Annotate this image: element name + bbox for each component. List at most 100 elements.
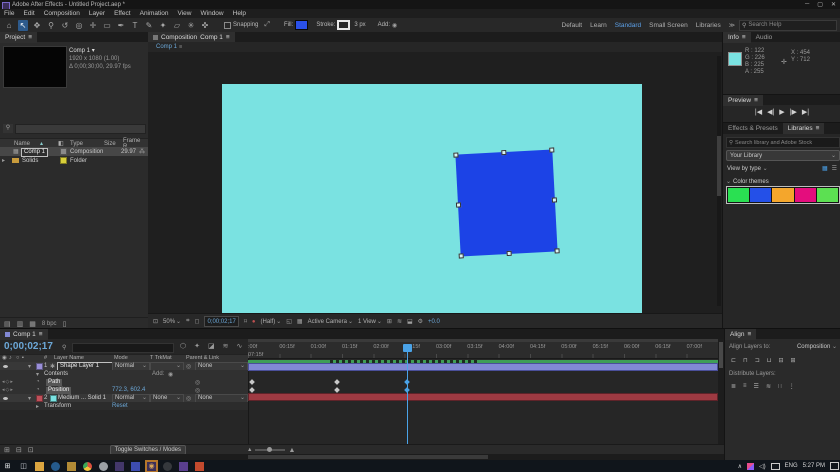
menu-item[interactable]: Animation <box>140 10 169 17</box>
timeline-zoom-slider[interactable]: ▲ ▲ <box>247 447 295 454</box>
column-layer-name[interactable]: Layer Name <box>54 355 84 361</box>
stroke-width-value[interactable]: 3 px <box>354 22 365 28</box>
project-bit-depth[interactable]: 8 bpc <box>42 321 57 327</box>
column-type[interactable]: Type <box>70 141 83 147</box>
draft-3d-icon[interactable]: ✦ <box>194 342 200 350</box>
column-trkmat[interactable]: T TrkMat <box>150 355 172 361</box>
region-of-interest-icon[interactable]: ◱ <box>286 318 292 325</box>
selection-tool-icon[interactable]: ↖ <box>18 20 28 31</box>
your-library-select[interactable]: Your Library ⌄ <box>726 150 840 161</box>
timeline-current-time[interactable]: 0;00;02;17 <box>4 341 53 352</box>
shape-tool-icon[interactable]: ▭ <box>102 20 112 31</box>
timeline-search-input[interactable] <box>72 343 174 353</box>
keyframe[interactable] <box>249 379 255 385</box>
orbit-camera-tool-icon[interactable]: ↺ <box>60 20 70 31</box>
app-purple-icon[interactable] <box>179 462 188 471</box>
pixel-preview-icon[interactable]: ⊡ <box>153 318 158 325</box>
volume-icon[interactable]: ◁) <box>759 463 766 470</box>
premiere-app-icon[interactable] <box>115 462 124 471</box>
tab-align[interactable]: Align ≡ <box>725 329 756 340</box>
tab-effects-presets[interactable]: Effects & Presets <box>723 123 783 134</box>
resolution-select[interactable]: (Half)⌄ <box>261 318 282 325</box>
zoom-in-mountain-icon[interactable]: ▲ <box>288 447 295 454</box>
menu-item[interactable]: Window <box>201 10 224 17</box>
theme-swatch[interactable] <box>728 188 749 202</box>
distribute-button-icon[interactable]: ⋮ <box>789 383 795 390</box>
pen-tool-icon[interactable]: ✒ <box>116 20 126 31</box>
list-view-icon[interactable]: ☰ <box>832 165 837 172</box>
workspace-libraries[interactable]: Libraries <box>692 20 725 31</box>
distribute-button-icon[interactable]: ≣ <box>731 383 736 390</box>
menu-item[interactable]: Effect <box>114 10 131 17</box>
distribute-button-icon[interactable]: ☰ <box>754 383 759 390</box>
path-property-row[interactable]: ◂◇▸ ◔ Path ◎ <box>0 378 248 386</box>
flowchart-button-icon[interactable]: ⚙ <box>418 318 423 325</box>
layer-bar-shape[interactable] <box>248 363 718 371</box>
visibility-toggle[interactable] <box>3 365 8 368</box>
view-layout-select[interactable]: 1 View⌄ <box>358 318 382 325</box>
align-button-icon[interactable]: ⊓ <box>743 357 748 364</box>
zoom-out-mountain-icon[interactable]: ▲ <box>247 447 252 453</box>
snapping-checkbox-icon[interactable] <box>224 22 231 29</box>
menu-item[interactable]: File <box>4 10 14 17</box>
pixel-aspect-icon[interactable]: ⊞ <box>387 318 392 325</box>
exposure-value[interactable]: +0.0 <box>428 319 440 325</box>
selection-handle[interactable] <box>456 202 461 207</box>
distribute-button-icon[interactable]: ≋ <box>766 383 771 390</box>
layer-row-shape[interactable]: ▾ 1 ✱ Shape Layer 1 Normal⌄ ⌄ ◎ None⌄ <box>0 362 248 370</box>
unified-camera-tool-icon[interactable]: ◎ <box>74 20 84 31</box>
selection-handle[interactable] <box>549 147 554 152</box>
transform-label[interactable]: Transform <box>44 403 71 409</box>
table-row-solids[interactable]: ▸ Solids Folder <box>0 156 148 165</box>
color-themes-section[interactable]: ⌄ Color themes <box>726 178 769 185</box>
layer-row-solid[interactable]: ▾ 2 Medium ... Solid 1 Normal⌄ None⌄ ◎ N… <box>0 394 248 402</box>
app-dark-icon[interactable] <box>163 462 172 471</box>
layer-name[interactable]: Medium ... Solid 1 <box>58 395 106 401</box>
panel-lock-icon[interactable] <box>153 35 158 40</box>
timeline-button-icon[interactable]: ⬓ <box>407 318 413 325</box>
expand-transfer-controls-icon[interactable]: ⊟ <box>16 446 22 454</box>
minimize-button[interactable]: ─ <box>805 1 809 8</box>
column-name[interactable]: Name <box>14 141 30 147</box>
file-explorer-icon[interactable] <box>35 462 44 471</box>
snapping-toggle[interactable]: Snapping <box>224 22 258 29</box>
align-button-icon[interactable]: ⊏ <box>731 357 736 364</box>
task-view-button[interactable]: ◫ <box>19 462 28 471</box>
workspace-learn[interactable]: Learn <box>586 20 611 31</box>
graph-editor-icon[interactable]: ∿ <box>237 342 243 350</box>
tab-libraries[interactable]: Libraries ≡ <box>783 123 825 134</box>
tray-app-icon[interactable] <box>747 463 754 470</box>
item-name[interactable]: Solids <box>22 158 38 164</box>
puppet-pin-tool-icon[interactable]: ✜ <box>200 20 210 31</box>
menu-item[interactable]: Composition <box>44 10 80 17</box>
theme-swatch[interactable] <box>750 188 771 202</box>
edge-browser-icon[interactable] <box>51 462 60 471</box>
hand-tool-icon[interactable]: ✥ <box>32 20 42 31</box>
align-button-icon[interactable]: ⊔ <box>767 357 772 364</box>
interpret-footage-icon[interactable]: ▤ <box>4 320 11 328</box>
panel-menu-icon[interactable]: ≡ <box>747 331 751 338</box>
snap-options-icon[interactable]: ⤢ <box>264 21 270 29</box>
selection-handle[interactable] <box>552 197 557 202</box>
align-to-select[interactable]: Composition ⌄ <box>797 343 837 350</box>
trash-icon[interactable]: ▯ <box>63 320 67 328</box>
panel-menu-icon[interactable]: ≡ <box>39 331 43 338</box>
chrome-icon[interactable] <box>83 462 92 471</box>
column-mode[interactable]: Mode <box>114 355 128 361</box>
theme-swatch[interactable] <box>817 188 838 202</box>
current-time-display[interactable]: 0;00;02;17 <box>204 316 238 327</box>
mask-visibility-icon[interactable]: ◻ <box>194 318 199 325</box>
selection-handle[interactable] <box>554 248 559 253</box>
reset-link[interactable]: Reset <box>112 403 128 409</box>
tab-timeline-comp1[interactable]: Comp 1 ≡ <box>0 329 48 340</box>
show-channel-icon[interactable]: ● <box>252 319 256 325</box>
comp-breadcrumb[interactable]: Comp 1 <box>156 44 177 50</box>
tab-preview[interactable]: Preview ≡ <box>723 95 763 106</box>
fill-label[interactable]: Fill: <box>284 22 293 28</box>
keyframe-nav-icons[interactable]: ◂◇▸ <box>2 387 14 393</box>
transport-button[interactable]: |▶ <box>790 108 797 116</box>
tab-project[interactable]: Project ≡ <box>0 32 37 43</box>
breadcrumb-menu-icon[interactable]: ≡ <box>179 44 182 50</box>
keyframe-nav-icons[interactable]: ◂◇▸ <box>2 379 14 385</box>
frame-blending-icon[interactable]: ◪ <box>208 342 215 350</box>
